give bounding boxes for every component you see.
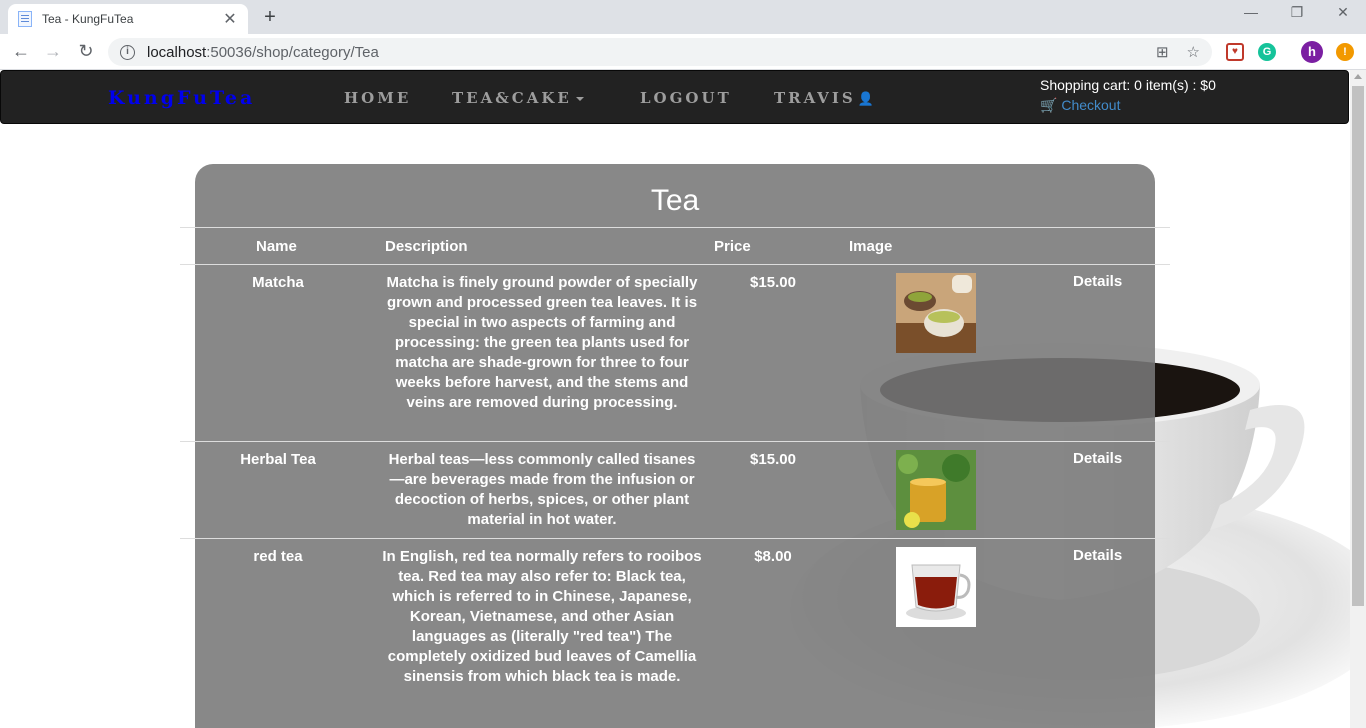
page-viewport: KungFuTea HOME TEA&CAKE LOGOUT TRAVIS 👤 S… [0, 70, 1350, 728]
restore-icon[interactable]: ❐ [1274, 4, 1320, 21]
divider [180, 538, 1170, 539]
cart-status-text: Shopping cart: 0 item(s) : $0 [1040, 77, 1216, 93]
update-alert-icon[interactable]: ! [1336, 43, 1354, 61]
forward-icon[interactable]: → [41, 41, 65, 62]
matcha-product-image[interactable] [896, 273, 976, 353]
translate-icon[interactable]: ⊞ [1156, 43, 1169, 61]
brand-logo-link[interactable]: KungFuTea [108, 87, 255, 109]
product-price: $8.00 [754, 548, 792, 565]
tab-close-icon[interactable]: ✕ [222, 9, 238, 29]
divider [180, 227, 1170, 228]
site-navbar: KungFuTea HOME TEA&CAKE LOGOUT TRAVIS 👤 S… [0, 70, 1349, 124]
product-description: Herbal teas—less commonly called tisanes… [388, 451, 696, 528]
product-description: Matcha is finely ground powder of specia… [386, 274, 698, 411]
product-price: $15.00 [750, 451, 796, 468]
details-link[interactable]: Details [1073, 547, 1122, 564]
product-name: Herbal Tea [240, 451, 316, 468]
bookmark-star-icon[interactable]: ☆ [1187, 43, 1200, 61]
header-name: Name [256, 238, 297, 255]
caret-down-icon [575, 97, 584, 101]
url-text[interactable]: localhost:50036/shop/category/Tea [147, 44, 1138, 61]
browser-toolbar: ← → ↻ i localhost:50036/shop/category/Te… [0, 34, 1366, 70]
grammarly-extension-icon[interactable]: G [1258, 43, 1276, 61]
category-title: Tea [650, 184, 700, 217]
minimize-icon[interactable]: — [1228, 4, 1274, 20]
product-price: $15.00 [750, 274, 796, 291]
nav-logout-link[interactable]: LOGOUT [640, 89, 732, 107]
product-description: In English, red tea normally refers to r… [382, 548, 702, 685]
red-tea-product-image[interactable] [896, 547, 976, 627]
details-link[interactable]: Details [1073, 273, 1122, 290]
user-icon: 👤 [857, 92, 877, 107]
reload-icon[interactable]: ↻ [74, 41, 98, 62]
details-link[interactable]: Details [1073, 450, 1122, 467]
close-window-icon[interactable]: ✕ [1320, 4, 1366, 21]
cart-icon: 🛒 [1040, 97, 1058, 113]
divider [180, 441, 1170, 442]
address-bar[interactable]: i localhost:50036/shop/category/Tea ⊞ ☆ [108, 38, 1212, 66]
header-image: Image [849, 238, 893, 255]
scrollbar-thumb[interactable] [1352, 86, 1364, 606]
tab-title: Tea - KungFuTea [42, 12, 134, 26]
scroll-up-icon[interactable] [1354, 74, 1362, 79]
header-description: Description [385, 238, 468, 255]
shopping-cart-summary: Shopping cart: 0 item(s) : $0 🛒 Checkout [1040, 75, 1216, 115]
site-info-icon[interactable]: i [120, 44, 135, 60]
header-price: Price [714, 238, 751, 255]
new-tab-icon[interactable]: + [258, 6, 282, 29]
page-favicon-icon [18, 11, 32, 27]
herbal-tea-product-image[interactable] [896, 450, 976, 530]
divider [180, 264, 1170, 265]
profile-avatar[interactable]: h [1301, 41, 1323, 63]
pocket-extension-icon[interactable]: ♥ [1226, 43, 1244, 61]
checkout-link[interactable]: Checkout [1061, 97, 1120, 113]
nav-home-link[interactable]: HOME [344, 89, 411, 107]
nav-user-link[interactable]: TRAVIS 👤 [774, 89, 877, 107]
product-name: red tea [253, 548, 303, 565]
page-scrollbar[interactable] [1350, 70, 1366, 728]
back-icon[interactable]: ← [9, 41, 33, 62]
browser-tab[interactable]: Tea - KungFuTea ✕ [8, 4, 248, 34]
browser-tab-bar: Tea - KungFuTea ✕ + — ❐ ✕ [0, 0, 1366, 34]
nav-tea-cake-dropdown[interactable]: TEA&CAKE [452, 89, 584, 107]
product-name: Matcha [252, 274, 304, 291]
